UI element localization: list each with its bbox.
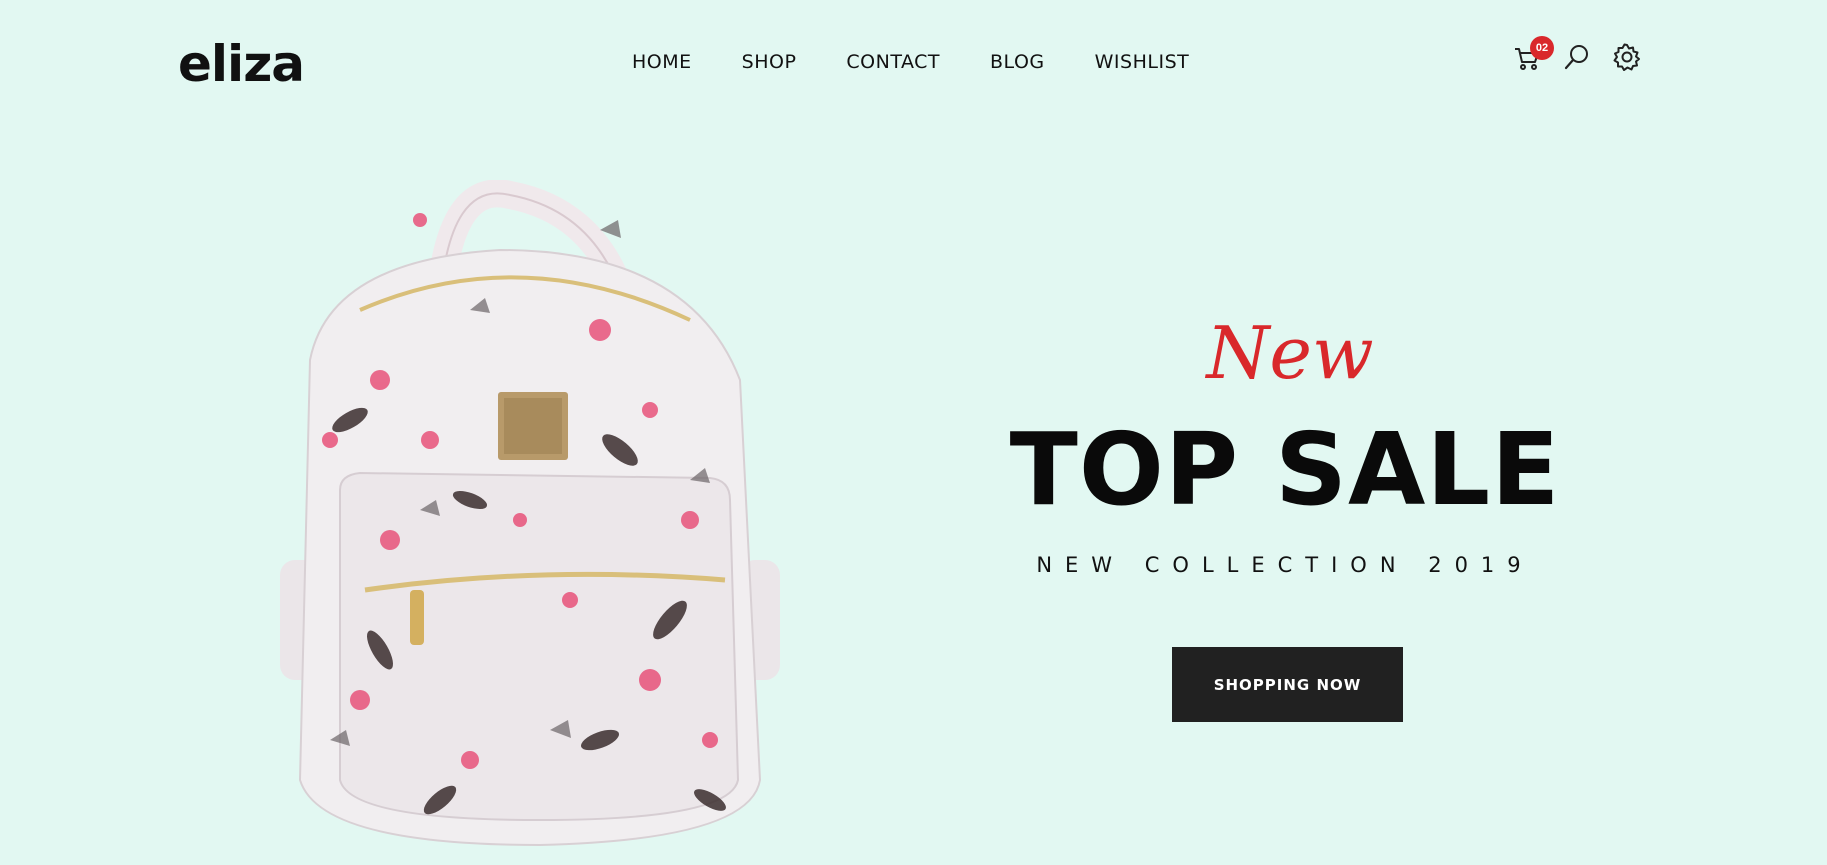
shopping-now-button[interactable]: SHOPPING NOW xyxy=(1172,647,1403,722)
header-icons: 02 xyxy=(1512,36,1652,82)
settings-button[interactable] xyxy=(1612,42,1646,76)
site-header: eliza HOME SHOP CONTACT BLOG WISHLIST 02 xyxy=(0,0,1827,125)
nav-wishlist[interactable]: WISHLIST xyxy=(1095,50,1190,74)
hero-title: TOP SALE xyxy=(1009,411,1561,528)
nav-blog[interactable]: BLOG xyxy=(990,50,1045,74)
script-new-wordmark: New xyxy=(1204,311,1373,395)
brand-logo[interactable]: eliza xyxy=(178,34,305,94)
hero-subtitle: NEW COLLECTION 2019 xyxy=(1036,553,1534,577)
main-nav: HOME SHOP CONTACT BLOG WISHLIST xyxy=(632,50,1239,74)
gear-icon xyxy=(1613,43,1640,71)
product-image-backpack xyxy=(270,179,810,860)
nav-home[interactable]: HOME xyxy=(632,50,692,74)
cart-button[interactable]: 02 xyxy=(1512,36,1554,76)
search-icon xyxy=(1564,45,1588,70)
nav-contact[interactable]: CONTACT xyxy=(846,50,940,74)
nav-shop[interactable]: SHOP xyxy=(742,50,797,74)
search-button[interactable] xyxy=(1562,42,1596,76)
script-new-text: New xyxy=(1204,311,1373,395)
cart-count-badge: 02 xyxy=(1530,36,1554,60)
